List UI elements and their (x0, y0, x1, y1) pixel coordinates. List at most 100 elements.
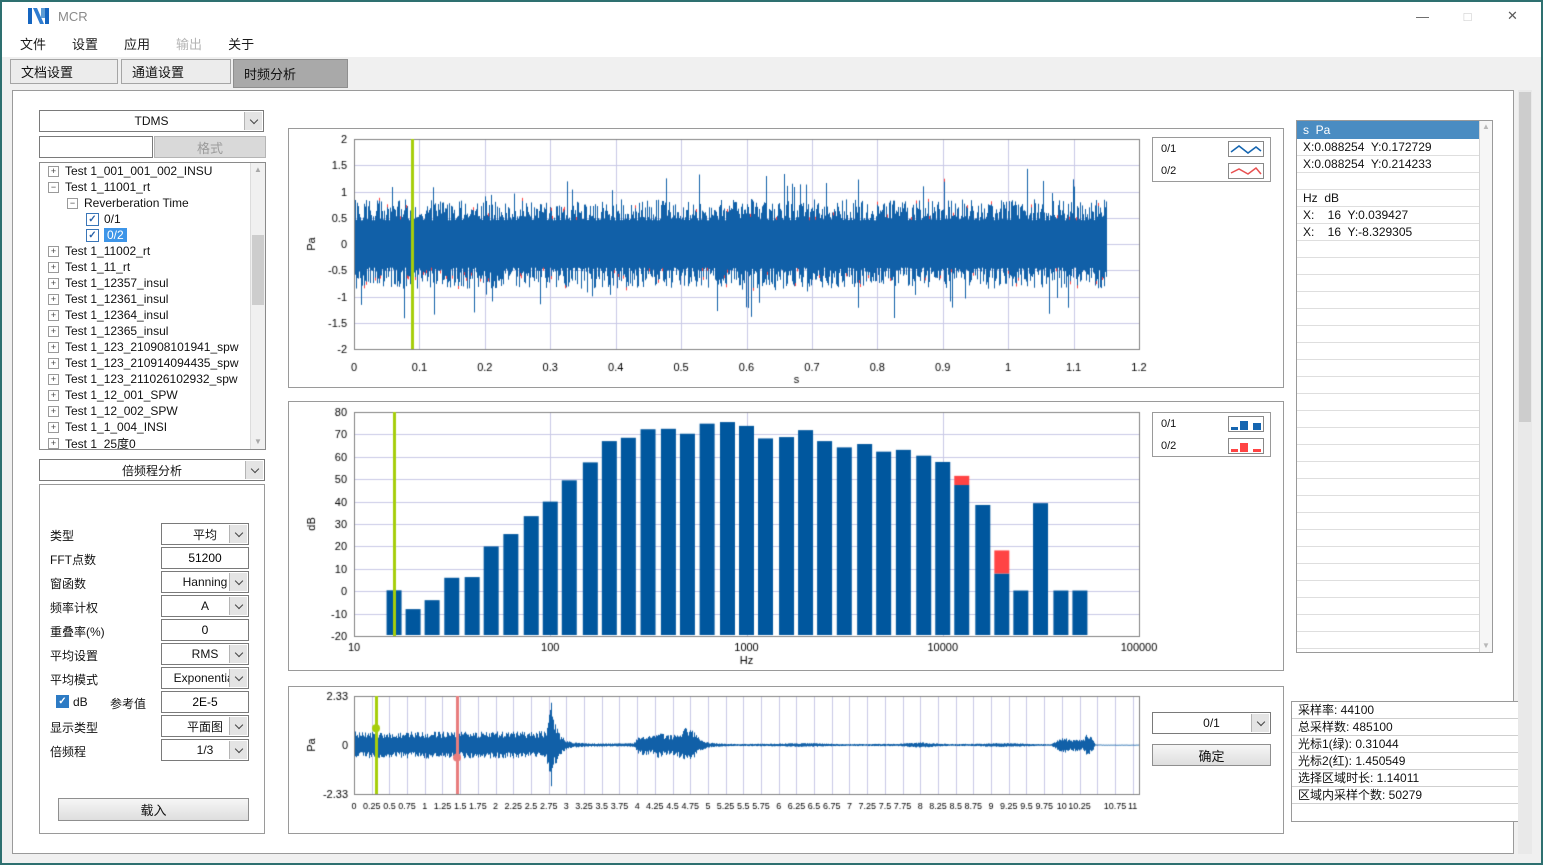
tree-item[interactable]: ✓0/1 (40, 211, 265, 227)
chevron-down-icon[interactable] (245, 461, 263, 479)
file-format-select[interactable]: TDMS (39, 110, 264, 132)
tree-item[interactable]: +Test 1_25度0 (40, 435, 265, 450)
readout-empty-row (1297, 394, 1481, 411)
display-type-value: 平面图 (187, 718, 223, 735)
confirm-button[interactable]: 确定 (1152, 744, 1271, 766)
tree-item[interactable]: +Test 1_12357_insul (40, 275, 265, 291)
tree-item[interactable]: +Test 1_12365_insul (40, 323, 265, 339)
legend-label: 0/1 (1161, 143, 1228, 155)
expand-icon[interactable]: + (48, 166, 59, 177)
tree-item[interactable]: +Test 1_12364_insul (40, 307, 265, 323)
window-function-select[interactable]: Hanning (161, 571, 249, 593)
tree-item[interactable]: +Test 1_1_004_INSI (40, 419, 265, 435)
scroll-down-icon[interactable]: ▼ (251, 435, 265, 449)
tree-scrollbar[interactable]: ▲ ▼ (250, 163, 265, 449)
readout-empty-row (1297, 292, 1481, 309)
average-setting-select[interactable]: RMS (161, 643, 249, 665)
expand-icon[interactable]: + (48, 390, 59, 401)
load-button[interactable]: 载入 (58, 798, 249, 821)
line-blue-icon (1228, 141, 1264, 157)
reference-value-input[interactable]: 2E-5 (161, 691, 249, 713)
expand-icon[interactable]: + (48, 294, 59, 305)
window-function-label: 窗函数 (50, 575, 86, 592)
display-type-select[interactable]: 平面图 (161, 715, 249, 737)
chevron-down-icon[interactable] (229, 573, 247, 591)
channel-checkbox[interactable]: ✓ (86, 229, 99, 242)
chevron-down-icon[interactable] (229, 717, 247, 735)
scroll-down-icon[interactable]: ▼ (1480, 640, 1492, 652)
analysis-settings-form: 类型平均FFT点数51200窗函数Hanning频率计权A重叠率(%)0平均设置… (39, 484, 265, 834)
chevron-down-icon[interactable] (229, 669, 247, 687)
tree-item[interactable]: +Test 1_123_210908101941_spw (40, 339, 265, 355)
db-checkbox[interactable]: ✓ (56, 695, 69, 708)
frequency-weighting-select[interactable]: A (161, 595, 249, 617)
tree-item[interactable]: +Test 1_11_rt (40, 259, 265, 275)
chevron-down-icon[interactable] (244, 112, 262, 130)
maximize-button[interactable]: □ (1445, 2, 1490, 30)
main-scroll-thumb[interactable] (1519, 92, 1531, 422)
tree-item[interactable]: +Test 1_123_211026102932_spw (40, 371, 265, 387)
expand-icon[interactable]: + (48, 278, 59, 289)
overlap-percent-input[interactable]: 0 (161, 619, 249, 641)
tree-item[interactable]: +Test 1_11002_rt (40, 243, 265, 259)
tree-item[interactable]: +Test 1_12_002_SPW (40, 403, 265, 419)
menu-item-应用[interactable]: 应用 (114, 31, 160, 56)
tree-item[interactable]: +Test 1_001_001_002_INSU (40, 163, 265, 179)
filter-input[interactable] (39, 136, 153, 158)
expand-icon[interactable]: + (48, 422, 59, 433)
expand-icon[interactable]: + (48, 310, 59, 321)
menu-item-关于[interactable]: 关于 (218, 31, 264, 56)
analysis-type-select[interactable]: 倍频程分析 (39, 459, 265, 481)
tree-scroll-thumb[interactable] (252, 235, 264, 305)
expand-icon[interactable]: + (48, 406, 59, 417)
info-row: 选择区域时长: 1.14011 (1292, 770, 1524, 787)
readout-scrollbar[interactable]: ▲ ▼ (1479, 121, 1492, 652)
tree-item[interactable]: +Test 1_123_210914094435_spw (40, 355, 265, 371)
chevron-down-icon[interactable] (229, 525, 247, 543)
expand-icon[interactable]: + (48, 438, 59, 449)
expand-icon[interactable]: + (48, 358, 59, 369)
octave-spectrum-chart[interactable] (289, 402, 1285, 672)
expand-icon[interactable]: + (48, 246, 59, 257)
expand-icon[interactable]: + (48, 262, 59, 273)
minimize-button[interactable]: — (1400, 2, 1445, 30)
type-select[interactable]: 平均 (161, 523, 249, 545)
channel-checkbox[interactable]: ✓ (86, 213, 99, 226)
overview-waveform-chart[interactable] (289, 687, 1285, 835)
format-button[interactable]: 格式 (154, 136, 266, 158)
tree-item[interactable]: ✓0/2 (40, 227, 265, 243)
chevron-down-icon[interactable] (229, 741, 247, 759)
tab-文档设置[interactable]: 文档设置 (10, 59, 118, 84)
octave-fraction-select[interactable]: 1/3 (161, 739, 249, 761)
chevron-down-icon[interactable] (1251, 714, 1269, 732)
menu-item-设置[interactable]: 设置 (62, 31, 108, 56)
tree-item[interactable]: −Test 1_11001_rt (40, 179, 265, 195)
tree-item[interactable]: −Reverberation Time (40, 195, 265, 211)
expand-icon[interactable]: + (48, 374, 59, 385)
main-scrollbar[interactable] (1518, 90, 1532, 854)
collapse-icon[interactable]: − (48, 182, 59, 193)
close-button[interactable]: ✕ (1490, 2, 1535, 30)
main-panel: TDMS 格式 +Test 1_001_001_002_INSU−Test 1_… (12, 90, 1514, 854)
collapse-icon[interactable]: − (67, 198, 78, 209)
tab-通道设置[interactable]: 通道设置 (121, 59, 231, 84)
menu-item-输出[interactable]: 输出 (166, 31, 212, 56)
expand-icon[interactable]: + (48, 342, 59, 353)
fft-points-input[interactable]: 51200 (161, 547, 249, 569)
tree-item[interactable]: +Test 1_12361_insul (40, 291, 265, 307)
chevron-down-icon[interactable] (229, 597, 247, 615)
scroll-up-icon[interactable]: ▲ (1480, 121, 1492, 133)
channel-select[interactable]: 0/1 (1152, 712, 1271, 734)
time-waveform-chart[interactable] (289, 129, 1285, 389)
info-label: 光标1(绿): (1298, 737, 1355, 751)
info-row: 总采样数: 485100 (1292, 719, 1524, 736)
expand-icon[interactable]: + (48, 326, 59, 337)
tree-item[interactable]: +Test 1_12_001_SPW (40, 387, 265, 403)
tab-时频分析[interactable]: 时频分析 (233, 59, 348, 88)
menu-item-文件[interactable]: 文件 (10, 31, 56, 56)
time-waveform-legend: 0/10/2 (1152, 137, 1271, 182)
readout-row: X: 16 Y:-8.329305 (1297, 224, 1481, 241)
scroll-up-icon[interactable]: ▲ (251, 163, 265, 177)
average-mode-select[interactable]: Exponential (161, 667, 249, 689)
chevron-down-icon[interactable] (229, 645, 247, 663)
